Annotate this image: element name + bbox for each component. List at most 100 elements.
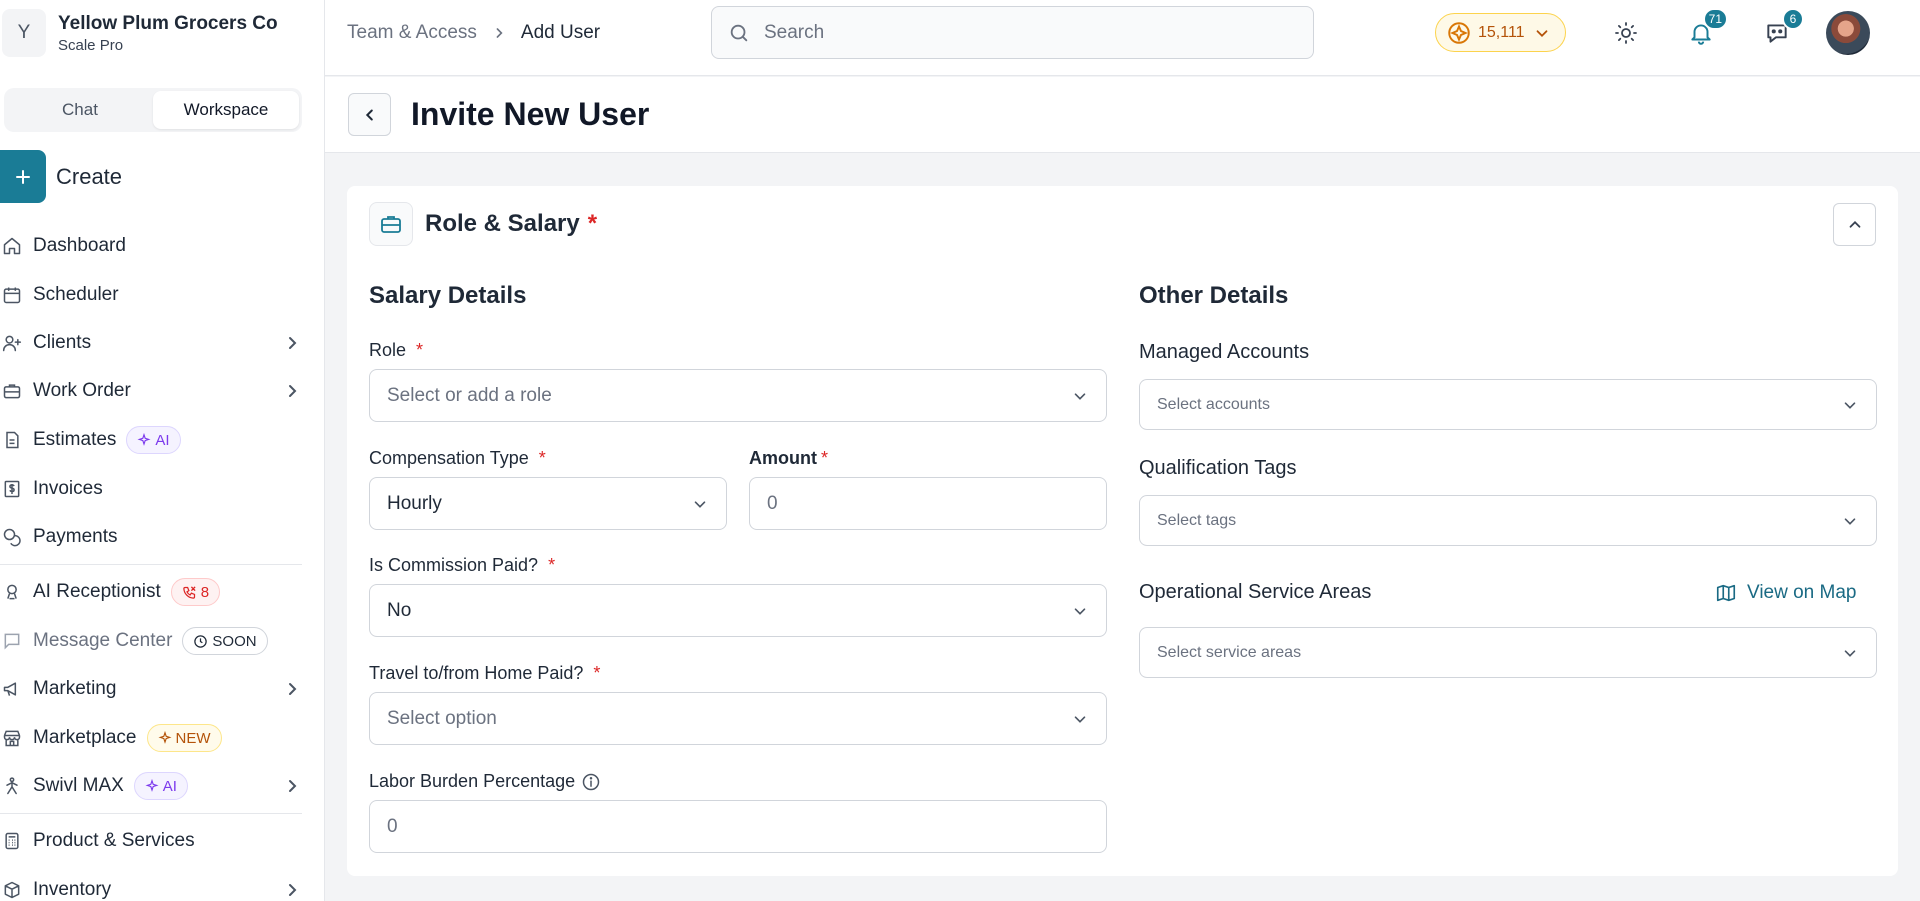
compensation-type-select[interactable]: Hourly — [369, 477, 727, 530]
amount-label: Amount * — [749, 448, 828, 469]
sidebar-item-label: Payments — [33, 526, 118, 547]
user-plus-icon — [1, 332, 23, 354]
travel-select[interactable]: Select option — [369, 692, 1107, 745]
sun-icon[interactable] — [1611, 18, 1641, 48]
qualification-tags-label: Qualification Tags — [1139, 457, 1297, 479]
amount-field — [749, 477, 1107, 530]
sidebar-item-ai-receptionist[interactable]: AI Receptionist 8 — [0, 572, 302, 612]
home-icon — [1, 235, 23, 257]
sidebar: Y Yellow Plum Grocers Co Scale Pro Chat … — [0, 0, 325, 901]
call-count-badge: 8 — [170, 578, 221, 606]
box-icon — [1, 879, 23, 901]
sidebar-item-scheduler[interactable]: Scheduler — [0, 275, 302, 315]
breadcrumb-team-access[interactable]: Team & Access — [347, 22, 477, 44]
sidebar-item-payments[interactable]: Payments — [0, 517, 302, 557]
credits-value: 15,111 — [1478, 23, 1525, 41]
required-marker: * — [820, 448, 828, 468]
search-input[interactable] — [764, 21, 1304, 44]
managed-accounts-label: Managed Accounts — [1139, 341, 1310, 363]
sidebar-item-label: Work Order — [33, 380, 131, 401]
qualification-tags-placeholder: Select tags — [1157, 511, 1237, 529]
sidebar-item-marketing[interactable]: Marketing — [0, 669, 302, 709]
back-button[interactable] — [348, 93, 391, 136]
chevron-right-icon — [491, 25, 507, 41]
sidebar-item-label: Inventory — [33, 879, 112, 900]
commission-value: No — [387, 599, 412, 621]
chevron-down-icon — [1841, 644, 1859, 662]
managed-accounts-placeholder: Select accounts — [1157, 395, 1270, 413]
ai-badge: AI — [133, 772, 188, 800]
chevron-right-icon — [282, 880, 302, 900]
card-title: Role & Salary * — [425, 210, 597, 238]
view-on-map-link[interactable]: View on Map — [1715, 582, 1857, 604]
sidebar-item-label: Clients — [33, 332, 92, 353]
required-marker: * — [548, 555, 556, 575]
sidebar-item-label: Dashboard — [33, 235, 126, 256]
chevron-right-icon — [282, 333, 302, 353]
labor-burden-field — [369, 800, 1107, 853]
chevron-up-icon — [1849, 220, 1860, 228]
sidebar-item-message-center[interactable]: Message Center SOON — [0, 621, 302, 661]
amount-input[interactable] — [767, 492, 1089, 515]
travel-select-placeholder: Select option — [387, 707, 497, 729]
org-name: Yellow Plum Grocers Co — [58, 12, 278, 34]
notifications-button[interactable]: 71 — [1686, 8, 1728, 48]
chevron-down-icon — [691, 495, 709, 513]
travel-label-text: Travel to/from Home Paid? — [369, 663, 584, 683]
tab-chat[interactable]: Chat — [7, 91, 153, 129]
compensation-type-value: Hourly — [387, 492, 442, 514]
labor-burden-label-text: Labor Burden Percentage — [369, 771, 576, 791]
sidebar-item-product-services[interactable]: Product & Services — [0, 821, 302, 861]
service-areas-label: Operational Service Areas — [1139, 581, 1372, 603]
credits-button[interactable]: 15,111 — [1435, 13, 1566, 52]
collapse-button[interactable] — [1833, 203, 1876, 246]
megaphone-icon — [1, 678, 23, 700]
labor-burden-input[interactable] — [387, 815, 1089, 838]
chevron-left-icon — [365, 109, 373, 120]
messages-button[interactable]: 6 — [1762, 8, 1804, 48]
calendar-icon — [1, 284, 23, 306]
page-title: Invite New User — [411, 96, 650, 132]
sidebar-item-estimates[interactable]: Estimates AI — [0, 420, 302, 460]
commission-select[interactable]: No — [369, 584, 1107, 637]
badge-text: 8 — [200, 583, 210, 601]
role-salary-card: Role & Salary * Salary Details Role * Sele… — [347, 186, 1898, 876]
sidebar-item-invoices[interactable]: Invoices — [0, 469, 302, 509]
view-on-map-label: View on Map — [1747, 582, 1857, 603]
chevron-down-icon — [1841, 512, 1859, 530]
info-icon[interactable] — [581, 772, 601, 792]
sidebar-item-marketplace[interactable]: Marketplace NEW — [0, 718, 302, 758]
ai-badge: AI — [126, 426, 181, 454]
chevron-down-icon — [1071, 602, 1089, 620]
sidebar-item-label: Product & Services — [33, 830, 195, 851]
sidebar-item-clients[interactable]: Clients — [0, 323, 302, 363]
chevron-down-icon — [1841, 396, 1859, 414]
service-areas-select[interactable]: Select service areas — [1139, 627, 1877, 678]
search-icon — [728, 22, 750, 44]
sidebar-item-swivl-max[interactable]: Swivl MAX AI — [0, 766, 302, 806]
chevron-right-icon — [282, 679, 302, 699]
chevron-right-icon — [282, 776, 302, 796]
sparkle-icon — [145, 779, 159, 792]
managed-accounts-select[interactable]: Select accounts — [1139, 379, 1877, 430]
create-button[interactable]: Create — [0, 150, 122, 203]
tab-workspace[interactable]: Workspace — [153, 91, 299, 129]
sidebar-item-inventory[interactable]: Inventory — [0, 870, 302, 901]
qualification-tags-select[interactable]: Select tags — [1139, 495, 1877, 546]
plus-icon — [0, 150, 46, 203]
role-select[interactable]: Select or add a role — [369, 369, 1107, 422]
compensation-type-label-text: Compensation Type — [369, 448, 529, 468]
message-icon — [1, 630, 23, 652]
org-switcher[interactable]: Y Yellow Plum Grocers Co Scale Pro — [2, 8, 302, 58]
sparkle-icon — [137, 433, 151, 446]
required-marker: * — [416, 340, 424, 360]
sidebar-item-label: Marketing — [33, 678, 117, 699]
labor-burden-label: Labor Burden Percentage — [369, 771, 601, 792]
sidebar-item-dashboard[interactable]: Dashboard — [0, 226, 302, 266]
travel-label: Travel to/from Home Paid? * — [369, 663, 600, 684]
phone-missed-icon — [183, 585, 196, 599]
sidebar-item-label: Scheduler — [33, 284, 119, 305]
breadcrumb-current: Add User — [520, 22, 601, 43]
sidebar-item-work-order[interactable]: Work Order — [0, 371, 302, 411]
avatar[interactable] — [1826, 11, 1870, 55]
